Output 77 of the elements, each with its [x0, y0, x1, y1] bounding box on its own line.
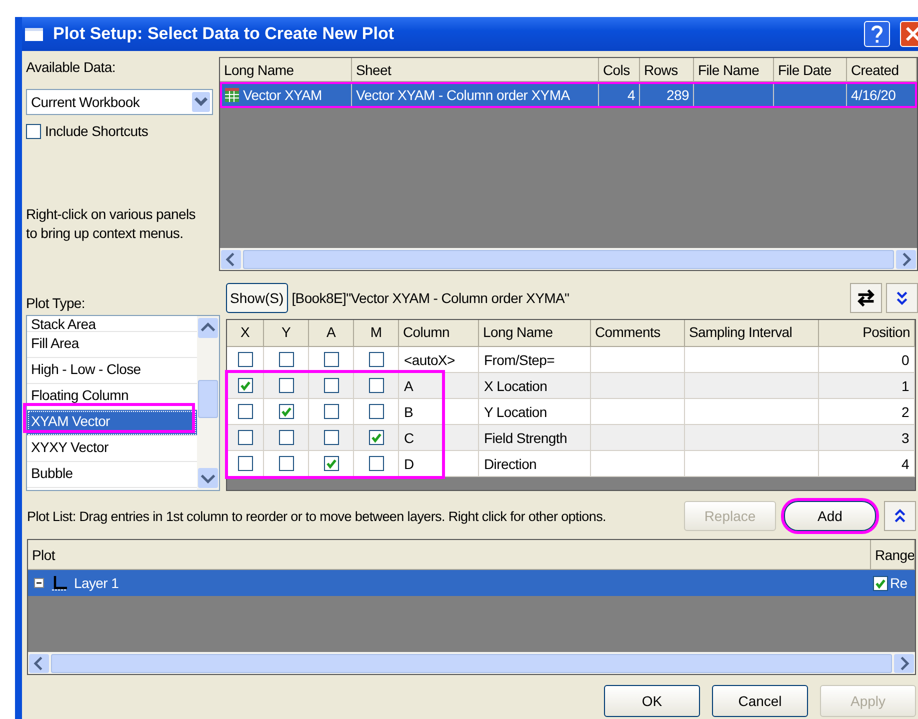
collapse-icon[interactable]: [34, 578, 44, 588]
checkbox[interactable]: [278, 456, 294, 471]
available-data-label: Available Data:: [26, 59, 116, 77]
table-cell: C: [404, 430, 414, 446]
table-cell: Vector XYAM: [243, 87, 322, 103]
table-cell: 4: [628, 87, 635, 103]
table-cell: X Location: [484, 378, 548, 394]
data-row[interactable]: Vector XYAM Vector XYAM - Column order XYMA 4 289 4/16/20: [220, 82, 917, 108]
dialog-button[interactable]: OK: [604, 685, 700, 717]
scroll-right-icon[interactable]: [894, 654, 914, 672]
scroll-left-icon[interactable]: [221, 250, 241, 268]
checkbox[interactable]: [324, 352, 338, 367]
checkbox[interactable]: [368, 430, 384, 445]
checkbox[interactable]: [26, 124, 41, 138]
table-cell: B: [404, 404, 414, 420]
window-icon: [25, 28, 43, 40]
scroll-thumb[interactable]: [198, 380, 218, 418]
checkbox[interactable]: [324, 430, 338, 445]
horizontal-scrollbar[interactable]: [28, 652, 915, 674]
checkbox[interactable]: [278, 378, 294, 393]
checkbox-label: Include Shortcuts: [45, 123, 148, 139]
layer-axes-icon: [50, 574, 68, 592]
help-icon[interactable]: [864, 21, 890, 47]
checkbox[interactable]: [278, 404, 294, 419]
checkbox[interactable]: [238, 378, 252, 393]
list-item[interactable]: Stack Area: [27, 316, 197, 332]
checkbox[interactable]: [368, 352, 384, 367]
collapse-button[interactable]: [884, 501, 916, 531]
checkbox[interactable]: [278, 352, 294, 367]
table-cell: 289: [666, 87, 689, 103]
checkbox[interactable]: [324, 456, 338, 471]
scroll-up-icon[interactable]: [198, 318, 218, 338]
show-button[interactable]: Show(S): [226, 283, 288, 313]
hint-text: Right-click on various panels to bring up context menus.: [26, 205, 196, 243]
scroll-right-icon[interactable]: [896, 250, 916, 268]
checkbox[interactable]: [368, 378, 384, 393]
table-cell: 3: [902, 430, 909, 446]
checkbox[interactable]: [238, 430, 252, 445]
scroll-left-icon[interactable]: [29, 654, 49, 672]
layer-label: Layer 1: [74, 575, 119, 591]
table-cell: Field Strength: [484, 430, 567, 446]
table-cell: Vector XYAM - Column order XYMA: [356, 87, 570, 103]
window-title: Plot Setup: Select Data to Create New Plot: [53, 24, 396, 44]
data-source-dropdown[interactable]: Current Workbook: [26, 89, 213, 115]
table-cell: Direction: [484, 456, 537, 472]
checkbox[interactable]: [873, 576, 888, 590]
range-cell: Re: [890, 575, 908, 591]
vertical-scrollbar[interactable]: [197, 316, 219, 490]
table-cell: 0: [902, 352, 909, 368]
table-cell: <autoX>: [404, 352, 455, 368]
checkbox[interactable]: [368, 456, 384, 471]
checkbox[interactable]: [324, 404, 338, 419]
dialog-button[interactable]: Cancel: [712, 685, 808, 717]
checkbox[interactable]: [238, 404, 252, 419]
checkbox[interactable]: [238, 352, 252, 367]
plot-type-label: Plot Type:: [26, 294, 86, 313]
dataset-path: [Book8E]"Vector XYAM - Column order XYMA": [292, 290, 570, 306]
scroll-down-icon[interactable]: [198, 468, 218, 488]
table-cell: 4/16/20: [851, 87, 896, 103]
checkbox[interactable]: [238, 456, 252, 471]
plot-list-hint: Plot List: Drag entries in 1st column to reorder or to move between layers. Right click for other options.: [26, 508, 607, 524]
checkbox[interactable]: [368, 404, 384, 419]
table-cell: 2: [902, 404, 909, 420]
table-cell: Y Location: [484, 404, 547, 420]
table-cell: A: [404, 378, 414, 394]
table-cell: 4: [902, 456, 909, 472]
horizontal-scrollbar[interactable]: [220, 248, 917, 270]
checkbox[interactable]: [324, 378, 338, 393]
expand-button[interactable]: [886, 283, 918, 313]
table-cell: 1: [902, 378, 909, 394]
action-button[interactable]: Add: [784, 501, 876, 531]
table-cell: D: [404, 456, 414, 472]
layer-row[interactable]: Layer 1 Re: [28, 570, 915, 596]
table-cell: From/Step=: [484, 352, 555, 368]
checkbox[interactable]: [278, 430, 294, 445]
worksheet-icon: [224, 87, 240, 103]
swap-button[interactable]: [850, 283, 882, 313]
